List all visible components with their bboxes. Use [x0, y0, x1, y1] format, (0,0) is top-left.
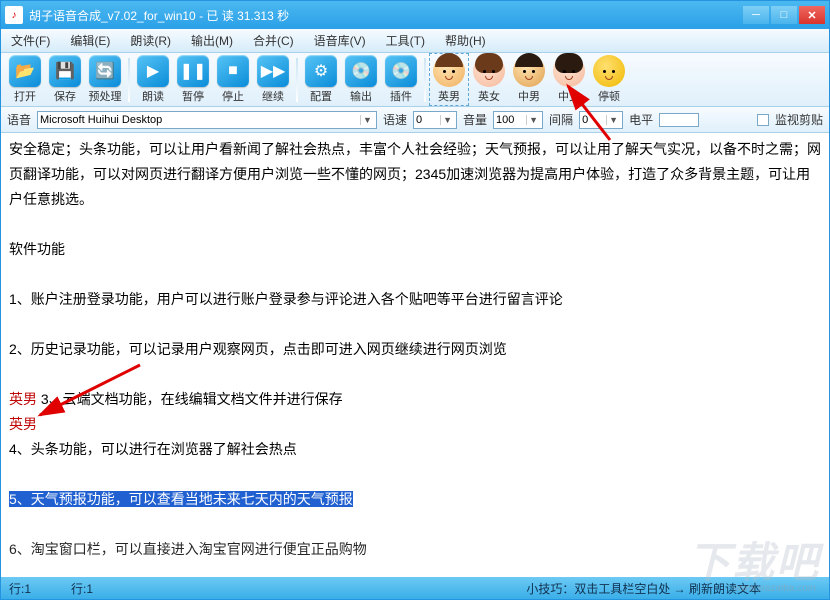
voice-value: Microsoft Huihui Desktop	[40, 114, 358, 126]
speed-label: 语速	[383, 111, 407, 128]
pause-button[interactable]: ❚❚暂停	[173, 53, 213, 106]
volume-label: 音量	[463, 111, 487, 128]
titlebar: ♪ 胡子语音合成_v7.02_for_win10 - 已 读 31.313 秒 …	[1, 1, 829, 29]
text-line: 2、历史记录功能，可以记录用户观察网页，点击即可进入网页继续进行网页浏览	[9, 337, 821, 362]
minimize-button[interactable]: ─	[743, 6, 769, 24]
params-bar: 语音 Microsoft Huihui Desktop ▼ 语速 0▼ 音量 1…	[1, 107, 829, 133]
menu-tools[interactable]: 工具(T)	[382, 30, 429, 51]
chevron-down-icon[interactable]: ▼	[440, 115, 454, 125]
menubar: 文件(F) 编辑(E) 朗读(R) 输出(M) 合并(C) 语音库(V) 工具(…	[1, 29, 829, 53]
save-button[interactable]: 💾保存	[45, 53, 85, 106]
voice-select[interactable]: Microsoft Huihui Desktop ▼	[37, 111, 377, 129]
status-line: 行:1	[9, 580, 31, 597]
chevron-down-icon[interactable]: ▼	[360, 115, 374, 125]
menu-file[interactable]: 文件(F)	[7, 30, 54, 51]
separator	[424, 58, 426, 102]
male-face-icon	[513, 55, 545, 87]
preprocess-icon: 🔄	[89, 55, 121, 87]
chevron-down-icon[interactable]: ▼	[606, 115, 620, 125]
open-icon: 📂	[9, 55, 41, 87]
volume-select[interactable]: 100▼	[493, 111, 543, 129]
output-button[interactable]: 💿输出	[341, 53, 381, 106]
level-meter	[659, 113, 699, 127]
voice-chinese-female-button[interactable]: 中女	[549, 53, 589, 106]
separator	[128, 58, 130, 102]
menu-help[interactable]: 帮助(H)	[441, 30, 490, 51]
maximize-button[interactable]: □	[771, 6, 797, 24]
save-icon: 💾	[49, 55, 81, 87]
text-line: 安全稳定；头条功能，可以让用户看新闻了解社会热点，丰富个人社会经验；天气预报，可…	[9, 137, 821, 212]
text-line: 5、天气预报功能，可以查看当地未来七天内的天气预报	[9, 487, 821, 512]
play-icon: ▶	[137, 55, 169, 87]
statusbar: 行:1 行:1 小技巧：双击工具栏空白处 → 刷新朗读文本	[1, 577, 829, 599]
text-line: 1、账户注册登录功能，用户可以进行账户登录参与评论进入各个贴吧等平台进行留言评论	[9, 287, 821, 312]
text-line: 软件功能	[9, 237, 821, 262]
female-face-icon	[553, 55, 585, 87]
close-button[interactable]: ✕	[799, 6, 825, 24]
status-tip: 小技巧：双击工具栏空白处 → 刷新朗读文本	[526, 580, 761, 597]
stop-button[interactable]: ■停止	[213, 53, 253, 106]
preprocess-button[interactable]: 🔄预处理	[85, 53, 125, 106]
chevron-down-icon[interactable]: ▼	[526, 115, 540, 125]
text-line: 6、淘宝窗口栏，可以直接进入淘宝官网进行便宜正品购物	[9, 537, 821, 562]
text-line: 英男 3、云端文档功能，在线编辑文档文件并进行保存	[9, 387, 821, 412]
continue-button[interactable]: ▶▶继续	[253, 53, 293, 106]
voice-chinese-male-button[interactable]: 中男	[509, 53, 549, 106]
read-button[interactable]: ▶朗读	[133, 53, 173, 106]
window-title: 胡子语音合成_v7.02_for_win10 - 已 读 31.313 秒	[29, 7, 743, 24]
interval-label: 间隔	[549, 111, 573, 128]
interval-select[interactable]: 0▼	[579, 111, 623, 129]
toolbar: 📂打开 💾保存 🔄预处理 ▶朗读 ❚❚暂停 ■停止 ▶▶继续 ⚙配置 💿输出 💿…	[1, 53, 829, 107]
config-button[interactable]: ⚙配置	[301, 53, 341, 106]
voice-english-female-button[interactable]: 英女	[469, 53, 509, 106]
level-label: 电平	[629, 111, 653, 128]
voice-english-male-button[interactable]: 英男	[429, 53, 469, 106]
gear-icon: ⚙	[305, 55, 337, 87]
menu-voicelib[interactable]: 语音库(V)	[310, 30, 370, 51]
status-col: 行:1	[71, 580, 93, 597]
voice-label: 语音	[7, 111, 31, 128]
text-editor[interactable]: 安全稳定；头条功能，可以让用户看新闻了解社会热点，丰富个人社会经验；天气预报，可…	[1, 133, 829, 577]
voice-tag: 英男	[9, 391, 41, 407]
app-icon: ♪	[5, 6, 23, 24]
male-face-icon	[433, 55, 465, 87]
monitor-clipboard-checkbox[interactable]	[757, 114, 769, 126]
menu-merge[interactable]: 合并(C)	[249, 30, 298, 51]
plugin-button[interactable]: 💿插件	[381, 53, 421, 106]
disc-out-icon: 💿	[345, 55, 377, 87]
menu-edit[interactable]: 编辑(E)	[66, 30, 114, 51]
pause-face-icon	[593, 55, 625, 87]
voice-tag: 英男	[9, 412, 821, 437]
selected-text: 5、天气预报功能，可以查看当地未来七天内的天气预报	[9, 491, 353, 507]
plugin-icon: 💿	[385, 55, 417, 87]
open-button[interactable]: 📂打开	[5, 53, 45, 106]
continue-icon: ▶▶	[257, 55, 289, 87]
pause-icon: ❚❚	[177, 55, 209, 87]
text-line: 4、头条功能，可以进行在浏览器了解社会热点	[9, 437, 821, 462]
menu-read[interactable]: 朗读(R)	[126, 30, 175, 51]
pause-voice-button[interactable]: 停顿	[589, 53, 629, 106]
menu-output[interactable]: 输出(M)	[187, 30, 237, 51]
stop-icon: ■	[217, 55, 249, 87]
separator	[296, 58, 298, 102]
speed-select[interactable]: 0▼	[413, 111, 457, 129]
female-face-icon	[473, 55, 505, 87]
monitor-clipboard-label: 监视剪贴	[775, 111, 823, 128]
